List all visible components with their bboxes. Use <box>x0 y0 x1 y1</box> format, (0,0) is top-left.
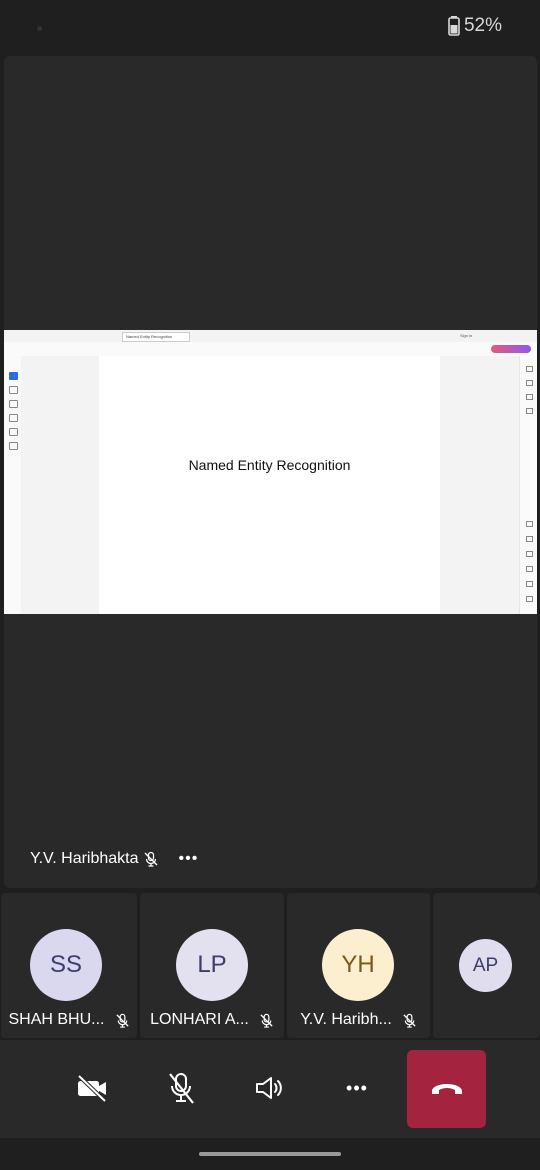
mic-off-icon <box>403 1013 416 1028</box>
mic-off-icon <box>260 1013 273 1028</box>
shared-signin: Sign in <box>460 333 473 338</box>
more-icon: ••• <box>346 1077 368 1098</box>
battery-icon <box>448 16 460 36</box>
presenter-name: Y.V. Haribhakta <box>30 850 139 867</box>
shared-tab: Named Entity Recognition <box>122 332 190 342</box>
shared-rtool <box>526 380 533 386</box>
shared-rtool <box>526 566 533 572</box>
call-controls-bar: ••• <box>0 1040 540 1138</box>
shared-tool-select <box>9 372 18 380</box>
shared-ai-button <box>491 345 531 353</box>
mic-off-icon <box>169 1073 194 1104</box>
presenter-label: Y.V. Haribhakta ••• <box>30 850 198 868</box>
participant-tile[interactable]: SS SHAH BHU... <box>1 893 137 1038</box>
participant-name-row: SHAH BHU... <box>1 1011 137 1029</box>
shared-rtool <box>526 408 533 414</box>
avatar: YH <box>322 929 394 1001</box>
participant-tile[interactable]: LP LONHARI A... <box>140 893 284 1038</box>
hang-up-button[interactable] <box>407 1050 486 1128</box>
camera-cutout <box>37 26 42 31</box>
participant-name-row: Y.V. Haribh... <box>287 1011 430 1029</box>
shared-tool <box>9 400 18 408</box>
mic-off-icon <box>144 851 158 867</box>
mic-toggle-button[interactable] <box>161 1068 201 1108</box>
shared-rtool <box>526 596 533 602</box>
shared-tool <box>9 442 18 450</box>
shared-rtool <box>526 394 533 400</box>
battery-percent: 52% <box>463 15 502 36</box>
avatar-initials: AP <box>472 954 499 976</box>
shared-rtool <box>526 581 533 587</box>
shared-tool <box>9 386 18 394</box>
battery-indicator: 52% <box>448 15 502 37</box>
participant-tile[interactable]: YH Y.V. Haribh... <box>287 893 430 1038</box>
participant-name: SHAH BHU... <box>8 1011 105 1028</box>
shared-page-title: Named Entity Recognition <box>188 457 351 473</box>
avatar: AP <box>459 939 512 992</box>
video-off-icon <box>77 1074 107 1102</box>
shared-rtool <box>526 366 533 372</box>
shared-rtool <box>526 521 533 527</box>
shared-margin-right <box>440 356 519 614</box>
home-indicator[interactable] <box>199 1152 341 1156</box>
mic-off-icon <box>115 1013 129 1028</box>
hang-up-icon <box>431 1084 462 1094</box>
shared-tab-label: Named Entity Recognition <box>126 334 173 339</box>
avatar: LP <box>176 929 248 1001</box>
participant-name: Y.V. Haribh... <box>300 1011 392 1028</box>
avatar-initials: SS <box>49 951 82 978</box>
avatar: SS <box>30 929 102 1001</box>
speaker-button[interactable] <box>250 1068 290 1108</box>
video-toggle-button[interactable] <box>72 1068 112 1108</box>
presenter-more-button[interactable]: ••• <box>179 850 199 868</box>
shared-rtool <box>526 551 533 557</box>
avatar-initials: YH <box>341 951 375 978</box>
status-bar: 52% <box>0 0 540 54</box>
shared-left-toolbar <box>4 356 22 614</box>
shared-right-toolbar <box>519 356 537 614</box>
participant-tile[interactable]: AP <box>433 893 540 1038</box>
speaker-icon <box>256 1077 282 1099</box>
shared-rtool <box>526 536 533 542</box>
shared-tool <box>9 414 18 422</box>
participant-name-row: LONHARI A... <box>140 1011 284 1029</box>
main-stage[interactable]: Named Entity Recognition Sign in Named E… <box>4 56 537 888</box>
participant-name: LONHARI A... <box>150 1011 249 1028</box>
shared-document-page: Named Entity Recognition <box>99 356 440 614</box>
avatar-initials: LP <box>197 951 227 978</box>
more-options-button[interactable]: ••• <box>337 1068 377 1108</box>
shared-margin-left <box>21 356 99 614</box>
shared-tool <box>9 428 18 436</box>
shared-toolbar <box>4 342 537 357</box>
screen-share[interactable]: Named Entity Recognition Sign in Named E… <box>4 330 537 614</box>
